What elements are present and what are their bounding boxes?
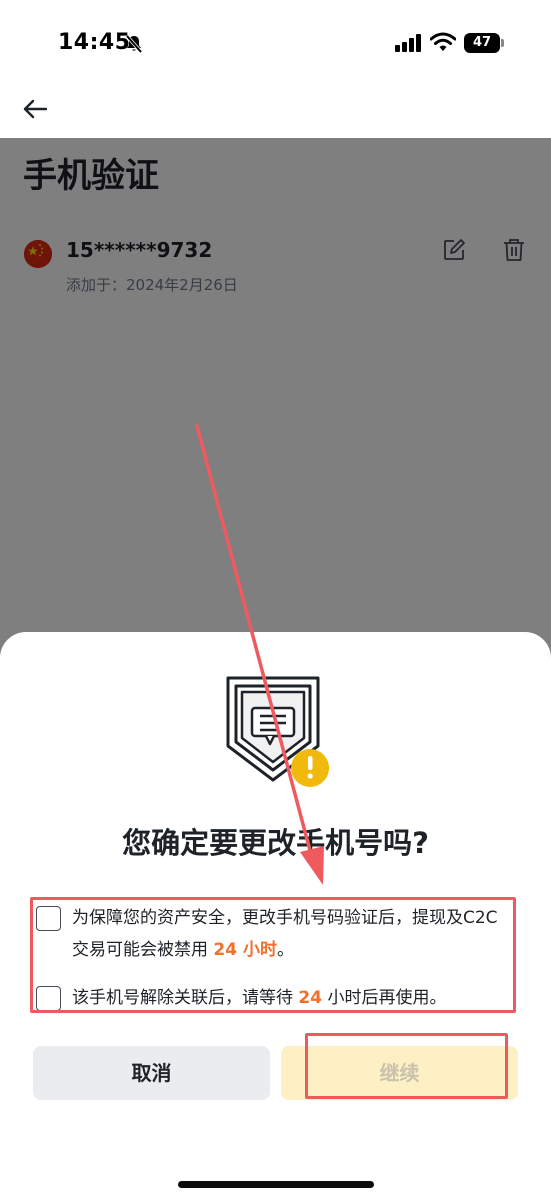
status-time: 14:45 bbox=[58, 30, 131, 55]
annotation-highlight-checkboxes bbox=[30, 897, 516, 1013]
cancel-button[interactable]: 取消 bbox=[33, 1046, 270, 1100]
home-indicator bbox=[178, 1181, 374, 1188]
bell-slash-icon bbox=[125, 34, 143, 54]
header bbox=[0, 90, 551, 138]
status-bar: 14:45 47 bbox=[0, 0, 551, 90]
wifi-icon bbox=[430, 32, 456, 51]
shield-warning-icon bbox=[226, 676, 329, 787]
dialog-title: 您确定要更改手机号吗? bbox=[122, 826, 429, 860]
battery-level: 47 bbox=[464, 33, 500, 53]
signal-icon bbox=[395, 34, 421, 52]
annotation-highlight-continue bbox=[305, 1033, 508, 1099]
battery-icon: 47 bbox=[464, 33, 504, 53]
battery-tip bbox=[501, 39, 504, 47]
arrow-left-icon[interactable] bbox=[22, 96, 48, 122]
